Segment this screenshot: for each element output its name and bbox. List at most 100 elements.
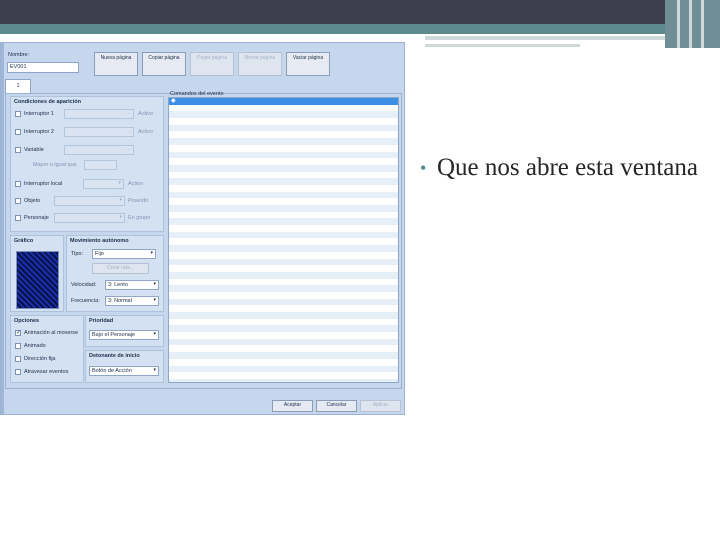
list-item[interactable] <box>169 171 398 179</box>
switch2-ellipsis: ... <box>126 128 131 134</box>
actor-select[interactable]: ▾ <box>54 213 125 223</box>
switch2-checkbox[interactable] <box>15 129 21 135</box>
list-item[interactable] <box>169 325 398 333</box>
speed-select[interactable]: 3: Lento ▾ <box>105 280 159 290</box>
list-item[interactable] <box>169 312 398 319</box>
list-item[interactable] <box>169 191 398 199</box>
item-select[interactable]: ▾ <box>54 196 125 206</box>
type-select[interactable]: Fijo ▾ <box>92 249 156 259</box>
list-item[interactable] <box>169 151 398 159</box>
list-item[interactable] <box>169 205 398 212</box>
list-item[interactable] <box>169 345 398 353</box>
actor-label: Personaje <box>24 215 49 221</box>
cancel-button[interactable]: Cancelar <box>316 400 357 412</box>
slide-top-bar <box>0 0 720 24</box>
list-item[interactable] <box>169 298 398 306</box>
list-item[interactable] <box>169 138 398 145</box>
slide-deco-block <box>665 0 720 48</box>
clear-page-button[interactable]: Vaciar página <box>286 52 330 76</box>
trigger-value: Botón de Acción <box>92 368 132 374</box>
list-item[interactable] <box>169 278 398 286</box>
priority-select[interactable]: Bajo el Personaje ▾ <box>89 330 159 340</box>
speed-label: Velocidad: <box>71 282 97 288</box>
chevron-down-icon: ▾ <box>153 281 156 287</box>
tab-page-1[interactable]: 1 <box>5 79 31 93</box>
graphic-title: Gráfico <box>14 238 34 244</box>
list-item[interactable] <box>169 218 398 226</box>
slide-deco-line <box>425 36 665 40</box>
list-item[interactable] <box>169 184 398 192</box>
name-input[interactable]: EV001 <box>7 62 79 73</box>
window-edge <box>1 43 4 414</box>
actor-checkbox[interactable] <box>15 215 21 221</box>
list-item[interactable] <box>169 144 398 152</box>
list-item[interactable] <box>169 271 398 279</box>
list-item[interactable] <box>169 164 398 172</box>
frequency-select[interactable]: 3: Normal ▾ <box>105 296 159 306</box>
list-item[interactable] <box>169 372 398 379</box>
copy-page-button[interactable]: Copiar página <box>142 52 186 76</box>
event-commands-list[interactable]: ◆ <box>168 97 399 383</box>
list-item[interactable] <box>169 291 398 299</box>
list-item[interactable] <box>169 305 398 312</box>
chevron-down-icon: ▾ <box>119 197 122 203</box>
list-item[interactable] <box>169 104 398 112</box>
new-page-button[interactable]: Nueva página <box>94 52 138 76</box>
priority-title: Prioridad <box>89 318 114 324</box>
list-item[interactable] <box>169 318 398 326</box>
create-route-button[interactable]: Crear ruta... <box>92 263 149 274</box>
list-item[interactable] <box>169 265 398 272</box>
list-item[interactable] <box>169 131 398 139</box>
switch2-field[interactable]: ... <box>64 127 134 137</box>
variable-field[interactable]: ... <box>64 145 134 155</box>
switch1-checkbox[interactable] <box>15 111 21 117</box>
list-item[interactable] <box>169 358 398 366</box>
walk-anim-checkbox[interactable]: ✓ <box>15 330 21 336</box>
step-anim-checkbox[interactable] <box>15 343 21 349</box>
paste-page-button[interactable]: Pegar página <box>190 52 234 76</box>
graphic-preview[interactable] <box>16 251 59 309</box>
dir-fix-checkbox[interactable] <box>15 356 21 362</box>
variable-ellipsis: ... <box>126 146 131 152</box>
list-item[interactable] <box>169 198 398 205</box>
list-item[interactable] <box>169 238 398 246</box>
list-item[interactable] <box>169 111 398 119</box>
list-item[interactable] <box>169 338 398 346</box>
chevron-down-icon: ▾ <box>150 250 153 256</box>
list-item[interactable] <box>169 211 398 219</box>
list-item[interactable] <box>169 332 398 339</box>
list-item[interactable] <box>169 245 398 252</box>
list-item[interactable]: ◆ <box>169 98 398 105</box>
local-switch-active-label: Activo <box>128 181 143 187</box>
list-item[interactable] <box>169 124 398 132</box>
list-item[interactable] <box>169 285 398 292</box>
variable-value-spinner[interactable] <box>84 160 117 170</box>
page-panel: Condiciones de aparición Interruptor 1 .… <box>5 91 402 389</box>
list-item[interactable] <box>169 365 398 373</box>
list-item[interactable] <box>169 158 398 165</box>
type-label: Tipo: <box>71 251 84 257</box>
list-item[interactable] <box>169 258 398 266</box>
item-checkbox[interactable] <box>15 198 21 204</box>
delete-page-button[interactable]: Borrar página <box>238 52 282 76</box>
list-item[interactable] <box>169 231 398 239</box>
slide-top-accent-bar <box>0 24 720 34</box>
priority-group: Prioridad Bajo el Personaje ▾ <box>85 315 164 347</box>
through-checkbox[interactable] <box>15 369 21 375</box>
trigger-select[interactable]: Botón de Acción ▾ <box>89 366 159 376</box>
ok-button[interactable]: Aceptar <box>272 400 313 412</box>
local-switch-select[interactable]: ▾ <box>83 179 124 189</box>
list-item[interactable] <box>169 225 398 232</box>
list-item[interactable] <box>169 118 398 125</box>
list-item[interactable] <box>169 251 398 259</box>
list-item[interactable] <box>169 352 398 359</box>
variable-checkbox[interactable] <box>15 147 21 153</box>
list-item[interactable] <box>169 178 398 185</box>
local-switch-checkbox[interactable] <box>15 181 21 187</box>
trigger-group: Detonante de inicio Botón de Acción ▾ <box>85 350 164 383</box>
apply-button[interactable]: Aplicar <box>360 400 401 412</box>
switch2-label: Interruptor 2 <box>24 129 54 135</box>
list-item[interactable] <box>169 378 398 382</box>
switch1-field[interactable]: ... <box>64 109 134 119</box>
local-switch-label: Interruptor local <box>24 181 63 187</box>
